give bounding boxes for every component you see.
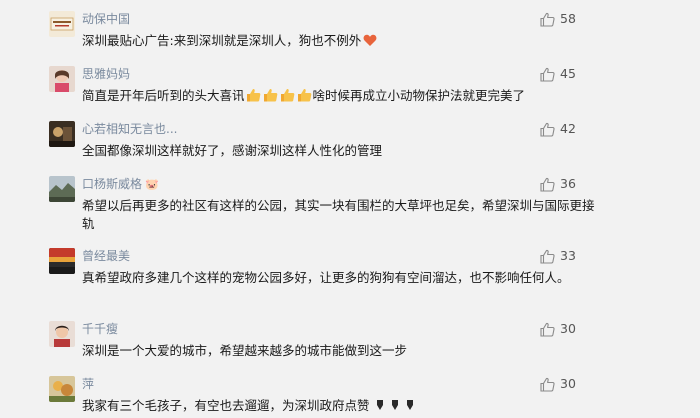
like-count: 30	[560, 376, 576, 391]
comment-text: 真希望政府多建几个这样的宠物公园多好，让更多的狗狗有空间溜达，也不影响任何人。	[82, 270, 570, 285]
thumbs-up-emoji-icon	[246, 88, 261, 107]
thumbs-up-icon	[540, 67, 555, 82]
username[interactable]: 思雅妈妈	[82, 67, 130, 81]
comment-text: 全国都像深圳这样就好了，感谢深圳这样人性化的管理	[82, 143, 383, 158]
pig-badge-icon: 🐷	[145, 178, 159, 191]
username[interactable]: 动保中国	[82, 12, 130, 26]
comment-list: 动保中国 深圳最贴心广告:来到深圳就是深圳人，狗也不例外 58 思雅妈妈 简直是…	[0, 0, 700, 418]
thumbs-up-emoji-icon	[297, 88, 312, 107]
thumbs-up-icon	[540, 322, 555, 337]
pointing-emoji-icon	[375, 398, 385, 416]
thumbs-up-icon	[540, 122, 555, 137]
like-count: 58	[560, 11, 576, 26]
avatar[interactable]	[49, 66, 75, 92]
thumbs-up-icon	[540, 177, 555, 192]
username[interactable]: 口杨斯威格 🐷	[82, 177, 159, 192]
like-count: 36	[560, 176, 576, 191]
thumbs-up-icon	[540, 377, 555, 392]
like-button[interactable]: 33	[540, 248, 576, 264]
thumbs-up-icon	[540, 12, 555, 27]
pointing-emoji-icon	[405, 398, 415, 416]
thumbs-up-emoji-icon	[280, 88, 295, 107]
like-count: 30	[560, 321, 576, 336]
like-button[interactable]: 58	[540, 11, 576, 27]
comment-text: 简直是开年后听到的头大喜讯 啥时候再成立小动物保护法就更完美了	[82, 87, 604, 107]
username[interactable]: 萍	[82, 377, 94, 391]
avatar[interactable]	[49, 248, 75, 274]
comment-text: 深圳是一个大爱的城市，希望越来越多的城市能做到这一步	[82, 343, 408, 358]
avatar[interactable]	[49, 121, 75, 147]
username[interactable]: 曾经最美	[82, 249, 130, 263]
pointing-emoji-icon	[390, 398, 400, 416]
like-button[interactable]: 45	[540, 66, 576, 82]
avatar[interactable]	[49, 376, 75, 402]
like-button[interactable]: 36	[540, 176, 576, 192]
like-count: 45	[560, 66, 576, 81]
username[interactable]: 心若相知无言也...	[82, 122, 177, 136]
like-count: 42	[560, 121, 576, 136]
like-button[interactable]: 30	[540, 376, 576, 392]
heart-emoji-icon	[363, 34, 377, 52]
like-button[interactable]: 30	[540, 321, 576, 337]
username[interactable]: 千千瘦	[82, 322, 118, 336]
avatar[interactable]	[49, 11, 75, 37]
thumbs-up-icon	[540, 249, 555, 264]
comment-text: 希望以后再更多的社区有这样的公园，其实一块有围栏的大草坪也足矣，希望深圳与国际更…	[82, 198, 595, 231]
like-count: 33	[560, 248, 576, 263]
thumbs-up-emoji-icon	[263, 88, 278, 107]
like-button[interactable]: 42	[540, 121, 576, 137]
avatar[interactable]	[49, 176, 75, 202]
comment-text: 深圳最贴心广告:来到深圳就是深圳人，狗也不例外	[82, 32, 604, 52]
avatar[interactable]	[49, 321, 75, 347]
comment-text: 我家有三个毛孩子，有空也去遛遛，为深圳政府点赞	[82, 397, 604, 416]
